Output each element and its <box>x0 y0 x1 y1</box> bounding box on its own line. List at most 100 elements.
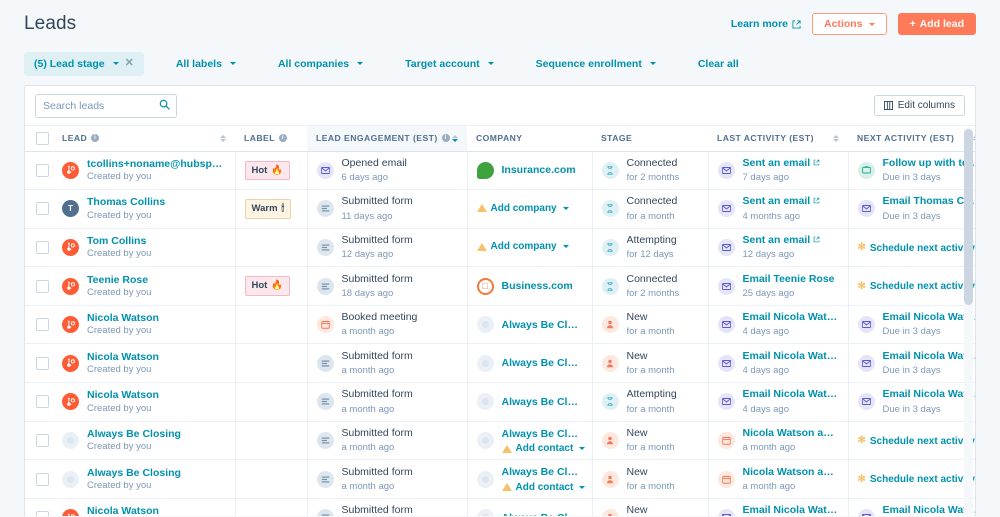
lead-name[interactable]: Always Be Closing <box>87 466 181 480</box>
company-name[interactable]: Always Be Closing <box>502 318 583 332</box>
add-company-action[interactable]: Add company <box>476 203 569 214</box>
next-activity-title[interactable]: Email Nicola Watson <box>883 387 976 401</box>
row-checkbox[interactable] <box>36 433 49 447</box>
last-activity-title[interactable]: Email Nicola Watson <box>743 387 839 401</box>
table-row[interactable]: Always Be Closing Created by you Submitted… <box>25 459 976 499</box>
status-badge[interactable]: Hot 🔥 <box>244 276 291 296</box>
filter-chip-all-companies[interactable]: All companies <box>268 52 373 76</box>
learn-more-link[interactable]: Learn more <box>731 18 801 30</box>
column-header-label[interactable]: LABEL i <box>235 126 307 152</box>
last-activity-title[interactable]: Sent an email <box>743 194 821 208</box>
column-header-company[interactable]: COMPANY <box>467 126 592 152</box>
filter-chip-sequence-enrollment[interactable]: Sequence enrollment <box>526 52 666 76</box>
clear-filter-icon[interactable]: ✕ <box>125 58 134 69</box>
table-row[interactable]: T Thomas Collins Created by you Warm 🕯 Submit… <box>25 189 976 229</box>
next-activity-title[interactable]: Follow up with tcollins+n... <box>883 156 976 170</box>
actions-button[interactable]: Actions <box>812 12 887 36</box>
filter-chip-target-account[interactable]: Target account <box>395 52 503 76</box>
add-company-action[interactable]: Add company <box>476 241 569 252</box>
search-input[interactable] <box>35 93 177 118</box>
row-checkbox[interactable] <box>36 356 49 370</box>
column-header-stage[interactable]: STAGE <box>592 126 708 152</box>
row-checkbox[interactable] <box>36 472 49 486</box>
row-checkbox[interactable] <box>36 318 49 332</box>
company-name[interactable]: Always Be Closing <box>502 356 583 370</box>
lead-name[interactable]: Always Be Closing <box>87 427 181 441</box>
add-contact-action[interactable]: Add contact <box>501 482 586 493</box>
company-name[interactable]: Insurance.com <box>502 163 576 177</box>
next-activity-title[interactable]: Email Thomas Collins <box>883 194 976 208</box>
hot-emoji-icon: 🔥 <box>271 164 284 176</box>
lead-name[interactable]: tcollins+noname@hubspot.c... <box>87 157 226 171</box>
company-name[interactable]: Business.com <box>502 279 573 293</box>
last-activity-title[interactable]: Email Nicola Watson <box>743 310 839 324</box>
sort-toggle-icon[interactable] <box>973 134 975 142</box>
next-activity-title[interactable]: Email Nicola Watson <box>883 503 976 516</box>
lead-name[interactable]: Nicola Watson <box>87 504 159 516</box>
last-activity-title[interactable]: Nicola Watson and Tho... <box>743 426 839 440</box>
company-name[interactable]: Always Be Closing <box>502 395 583 409</box>
schedule-next-activity-action[interactable]: ✻ Schedule next activity <box>858 281 976 292</box>
sort-toggle-icon[interactable] <box>452 134 458 142</box>
schedule-next-activity-action[interactable]: ✻ Schedule next activity <box>858 474 976 485</box>
table-row[interactable]: Teenie Rose Created by you Hot 🔥 Submitted f… <box>25 266 976 306</box>
row-checkbox[interactable] <box>36 395 49 409</box>
add-contact-action[interactable]: Add contact <box>501 443 586 454</box>
table-row[interactable]: Nicola WatsonCreated by you Submitted for… <box>25 343 976 384</box>
edit-columns-button[interactable]: Edit columns <box>873 95 965 116</box>
schedule-next-activity-action[interactable]: ✻ Schedule next activity <box>858 436 976 447</box>
last-activity-title[interactable]: Email Nicola Watson <box>743 503 839 516</box>
schedule-next-activity-action[interactable]: ✻ Schedule next activity <box>858 243 976 254</box>
learn-more-label: Learn more <box>730 18 788 30</box>
last-activity-title[interactable]: Sent an email <box>743 156 821 170</box>
status-badge[interactable]: Hot 🔥 <box>244 160 291 180</box>
engagement-time: a month ago <box>341 480 395 492</box>
table-row[interactable]: tcollins+noname@hubspot.c... Created by y… <box>25 151 976 191</box>
filter-chip-clear-all[interactable]: Clear all <box>688 52 749 76</box>
company-name[interactable]: Always Be Closing <box>502 511 583 516</box>
sort-toggle-icon[interactable] <box>833 134 839 142</box>
info-icon[interactable]: i <box>278 134 287 143</box>
lead-name[interactable]: Thomas Collins <box>87 195 165 209</box>
filter-chip-5-lead-stage[interactable]: (5) Lead stage ✕ <box>24 51 144 76</box>
stage-cell: Newfor a month <box>592 498 709 516</box>
stage-duration: for 12 days <box>626 249 674 261</box>
last-activity-title[interactable]: Sent an email <box>743 233 821 247</box>
table-row[interactable]: Tom Collins Created by you Submitted form 1… <box>25 228 976 268</box>
column-header-next-activity-est[interactable]: NEXT ACTIVITY (EST) <box>848 126 975 152</box>
lead-name[interactable]: Nicola Watson <box>87 311 159 325</box>
row-checkbox[interactable] <box>36 163 49 177</box>
next-activity-title[interactable]: Email Nicola Watson <box>883 310 976 324</box>
row-checkbox[interactable] <box>36 240 49 254</box>
table-row[interactable]: Nicola WatsonCreated by you Submitted for… <box>25 382 976 422</box>
info-icon[interactable]: i <box>441 134 450 143</box>
column-header-lead-engagement-est[interactable]: LEAD ENGAGEMENT (EST) i <box>307 126 467 152</box>
vertical-scrollbar[interactable] <box>964 127 973 516</box>
status-badge[interactable]: Warm 🕯 <box>244 199 292 219</box>
lead-name[interactable]: Tom Collins <box>87 234 151 248</box>
next-activity-title[interactable]: Email Nicola Watson <box>883 349 976 363</box>
row-checkbox[interactable] <box>36 279 49 293</box>
scrollbar-thumb[interactable] <box>964 129 973 305</box>
engagement-time: a month ago <box>341 442 395 454</box>
table-row[interactable]: Always Be Closing Created by you Submitted… <box>25 421 976 461</box>
select-all-checkbox[interactable] <box>36 131 49 145</box>
filter-chip-all-labels[interactable]: All labels <box>166 52 246 76</box>
add-lead-button[interactable]: + Add lead <box>897 12 976 36</box>
info-icon[interactable]: i <box>91 134 100 143</box>
lead-name[interactable]: Teenie Rose <box>87 273 151 287</box>
company-name[interactable]: Always Be Closing <box>502 465 583 479</box>
lead-name[interactable]: Nicola Watson <box>87 388 159 402</box>
company-name[interactable]: Always Be Closing <box>502 427 583 441</box>
row-checkbox[interactable] <box>36 511 49 516</box>
last-activity-title[interactable]: Email Nicola Watson <box>743 349 839 363</box>
last-activity-title[interactable]: Email Teenie Rose <box>743 272 835 286</box>
column-header-lead[interactable]: LEAD i <box>53 126 235 152</box>
table-row[interactable]: Nicola WatsonCreated by you Submitted for… <box>25 498 975 516</box>
row-checkbox[interactable] <box>36 202 49 216</box>
table-row[interactable]: Nicola Watson Created by you Booked meetin… <box>25 305 976 345</box>
column-header-last-activity-est[interactable]: LAST ACTIVITY (EST) <box>708 126 848 152</box>
last-activity-title[interactable]: Nicola Watson and Tho... <box>743 465 839 479</box>
lead-name[interactable]: Nicola Watson <box>87 350 159 364</box>
sort-toggle-icon[interactable] <box>220 134 226 142</box>
